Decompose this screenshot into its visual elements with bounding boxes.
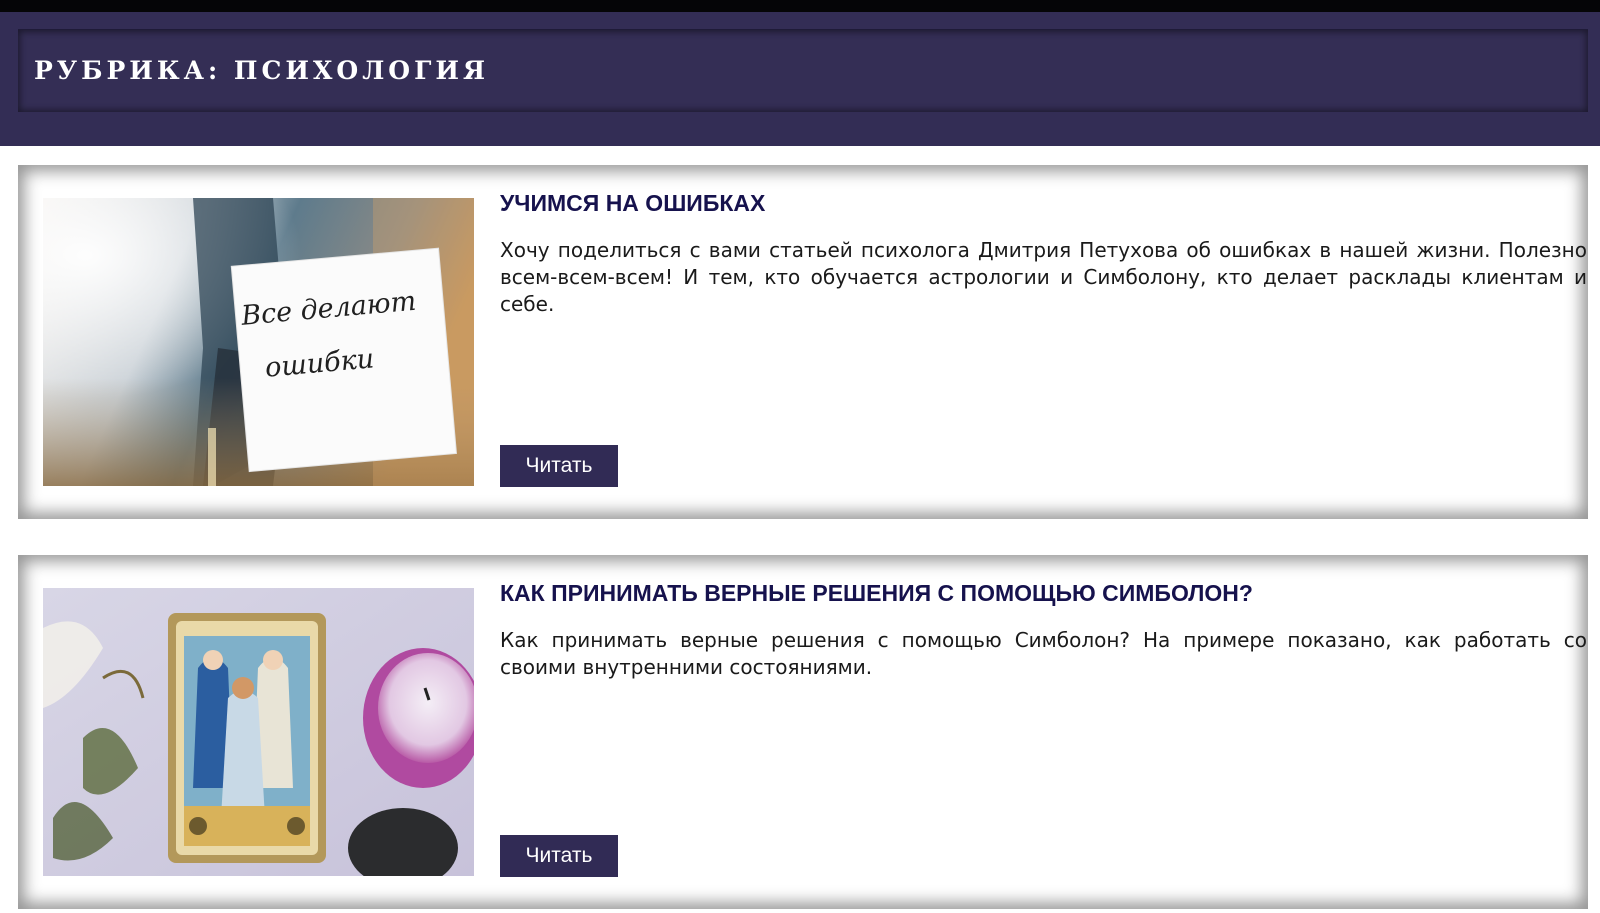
category-header: РУБРИКА: ПСИХОЛОГИЯ <box>0 12 1600 146</box>
article-thumbnail[interactable] <box>43 588 474 876</box>
category-header-panel: РУБРИКА: ПСИХОЛОГИЯ <box>18 29 1588 112</box>
article-title[interactable]: КАК ПРИНИМАТЬ ВЕРНЫЕ РЕШЕНИЯ С ПОМОЩЬЮ С… <box>500 580 1253 607</box>
tarot-card-image <box>43 588 474 876</box>
article-excerpt: Хочу поделиться с вами статьей психолога… <box>500 238 1587 316</box>
article-title[interactable]: УЧИМСЯ НА ОШИБКАХ <box>500 190 765 217</box>
read-button[interactable]: Читать <box>500 445 618 487</box>
category-title: РУБРИКА: ПСИХОЛОГИЯ <box>34 56 490 85</box>
mistakes-note-image: Все делают ошибки <box>43 198 474 486</box>
article-excerpt: Как принимать верные решения с помощью С… <box>500 628 1587 679</box>
read-button[interactable]: Читать <box>500 835 618 877</box>
article-card: КАК ПРИНИМАТЬ ВЕРНЫЕ РЕШЕНИЯ С ПОМОЩЬЮ С… <box>18 555 1588 909</box>
article-card: Все делают ошибки УЧИМСЯ НА ОШИБКАХ Хочу… <box>18 165 1588 519</box>
article-thumbnail[interactable]: Все делают ошибки <box>43 198 474 486</box>
top-bar <box>0 0 1600 12</box>
